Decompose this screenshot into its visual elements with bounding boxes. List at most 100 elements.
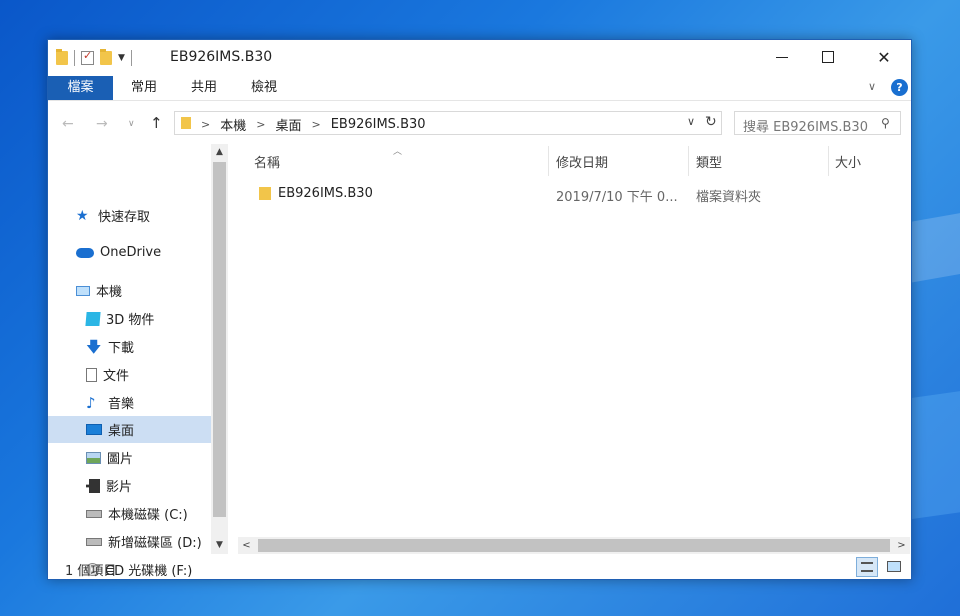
file-name[interactable]: EB926IMS.B30 [278,186,373,201]
download-icon: 🡇 [86,337,102,356]
cube-icon [85,311,101,326]
computer-icon [76,285,90,296]
breadcrumb-item-current[interactable]: EB926IMS.B30 [331,117,426,132]
sidebar-item-label: 本機 [96,285,123,300]
chevron-right-icon[interactable]: > [256,118,265,131]
address-bar[interactable]: > 本機 > 桌面 > EB926IMS.B30 ∨ ↻ [174,111,722,135]
separator [74,50,75,66]
scroll-down-icon[interactable]: ▼ [211,537,228,554]
folder-icon [181,117,191,129]
sidebar-item-label: 3D 物件 [106,313,155,328]
minimize-icon [776,56,788,58]
cloud-icon [76,247,94,258]
maximize-button[interactable] [805,40,851,74]
sidebar-item-label: 桌面 [108,424,135,439]
sidebar-item-this-pc[interactable]: 本機 [48,277,211,304]
tab-share[interactable]: 共用 [184,76,224,100]
chevron-right-icon[interactable]: > [311,118,320,131]
file-list: ︿ 名稱 修改日期 類型 大小 EB926IMS.B30 2019/7/10 下… [238,144,910,554]
large-icons-view-icon [887,561,901,572]
column-divider[interactable] [828,146,829,176]
status-bar: 1 個項目 [48,555,911,579]
video-icon [86,478,100,493]
column-header-date-modified[interactable]: 修改日期 [556,152,608,171]
sidebar-item-label: 音樂 [108,397,135,412]
sidebar-item-label: 快速存取 [98,210,151,225]
sidebar-item-label: OneDrive [100,245,162,260]
horizontal-scrollbar[interactable]: < > [238,537,910,554]
column-header-name[interactable]: 名稱 [254,152,280,171]
navigation-pane-scrollbar[interactable]: ▲ ▼ [211,144,228,554]
navigation-pane: ★ 快速存取 OneDrive 本機 3D 物件 🡇 下載 文件 ♪ 音樂 桌面… [48,144,228,579]
details-view-icon [861,562,873,572]
ribbon-tabs: 檔案 常用 共用 檢視 [48,76,911,101]
breadcrumb: > 本機 > 桌面 > EB926IMS.B30 [201,115,426,134]
desktop-icon [86,424,102,435]
sidebar-item-documents[interactable]: 文件 [48,361,211,388]
properties-icon[interactable] [81,49,94,65]
table-row[interactable]: EB926IMS.B30 2019/7/10 下午 0... 檔案資料夾 [238,182,910,206]
navigation-bar: ← → ∨ ↑ > 本機 > 桌面 > EB926IMS.B30 ∨ ↻ 搜尋 … [48,102,911,142]
chevron-right-icon[interactable]: > [201,118,210,131]
sidebar-item-label: 文件 [103,369,130,384]
forward-arrow-icon[interactable]: → [96,116,108,132]
chevron-down-icon[interactable]: ∨ [687,115,695,128]
sidebar-item-label: 圖片 [107,452,134,467]
drive-icon [86,509,102,518]
scrollbar-thumb[interactable] [258,539,890,552]
sidebar-item-videos[interactable]: 影片 [48,472,211,499]
file-explorer-window: ▼ EB926IMS.B30 ✕ 檔案 常用 共用 檢視 ∨ ? ← → ∨ ↑… [47,39,912,580]
sidebar-item-label: 下載 [108,341,135,356]
search-input[interactable]: 搜尋 EB926IMS.B30 ⚲ [734,111,901,135]
column-divider[interactable] [548,146,549,176]
tab-view[interactable]: 檢視 [244,76,284,100]
picture-icon [86,451,101,464]
maximize-icon [822,51,834,63]
column-divider[interactable] [688,146,689,176]
chevron-down-icon[interactable]: ▼ [118,53,125,63]
sidebar-item-label: 新增磁碟區 (D:) [108,536,202,551]
sort-ascending-icon: ︿ [393,147,403,157]
sidebar-item-downloads[interactable]: 🡇 下載 [48,333,211,360]
expand-ribbon-icon[interactable]: ∨ [868,80,876,93]
sidebar-item-onedrive[interactable]: OneDrive [48,239,211,266]
scroll-left-icon[interactable]: < [238,537,255,554]
scroll-right-icon[interactable]: > [893,537,910,554]
tab-home[interactable]: 常用 [124,76,164,100]
tab-file[interactable]: 檔案 [48,76,113,100]
scrollbar-thumb[interactable] [213,162,226,517]
separator [130,50,132,66]
column-header-type[interactable]: 類型 [696,152,722,171]
search-icon[interactable]: ⚲ [881,116,890,130]
quick-access-toolbar: ▼ [56,48,132,68]
details-view-button[interactable] [856,557,878,577]
column-header-size[interactable]: 大小 [835,152,861,171]
drive-icon [86,537,102,546]
sidebar-item-label: 本機磁碟 (C:) [108,508,188,523]
large-icons-view-button[interactable] [883,557,905,577]
up-arrow-icon[interactable]: ↑ [150,114,163,132]
sidebar-item-pictures[interactable]: 圖片 [48,444,211,471]
close-button[interactable]: ✕ [861,40,907,74]
document-icon [86,367,97,382]
sidebar-item-local-disk-c[interactable]: 本機磁碟 (C:) [48,500,211,527]
sidebar-item-desktop[interactable]: 桌面 [48,416,211,443]
file-type: 檔案資料夾 [696,190,762,205]
sidebar-item-music[interactable]: ♪ 音樂 [48,389,211,416]
breadcrumb-item-this-pc[interactable]: 本機 [220,115,246,134]
scroll-up-icon[interactable]: ▲ [211,144,228,161]
back-arrow-icon[interactable]: ← [62,116,74,132]
music-icon: ♪ [86,393,96,412]
new-folder-icon[interactable] [100,49,112,65]
sidebar-item-3d-objects[interactable]: 3D 物件 [48,305,211,332]
window-title: EB926IMS.B30 [170,49,273,65]
minimize-button[interactable] [759,40,805,74]
item-count: 1 個項目 [65,564,117,579]
sidebar-item-new-volume-d[interactable]: 新增磁碟區 (D:) [48,528,211,555]
sidebar-item-label: 影片 [106,480,133,495]
recent-locations-icon[interactable]: ∨ [128,119,135,129]
breadcrumb-item-desktop[interactable]: 桌面 [275,115,301,134]
sidebar-item-quick-access[interactable]: ★ 快速存取 [48,202,211,229]
help-icon[interactable]: ? [891,79,908,96]
refresh-icon[interactable]: ↻ [705,114,717,130]
